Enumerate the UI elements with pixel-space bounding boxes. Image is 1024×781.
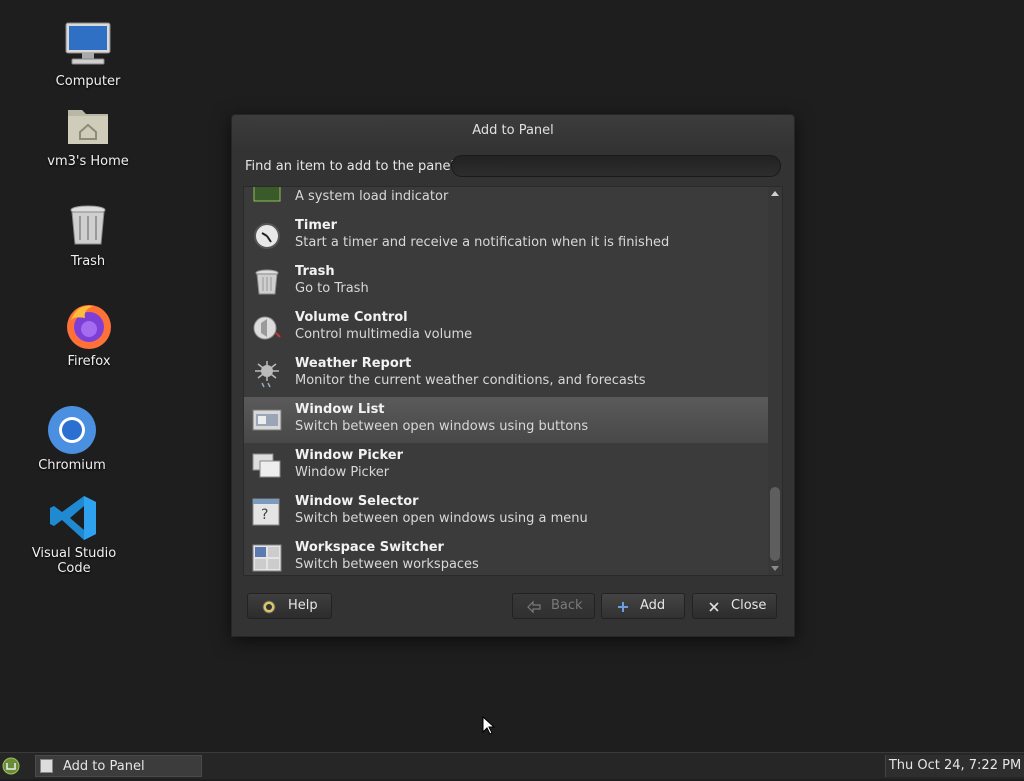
desktop-icon-label: Firefox [67,354,111,369]
close-icon [707,599,721,613]
back-arrow-icon [527,599,541,614]
list-item[interactable]: Workspace Switcher Switch between worksp… [244,535,768,575]
taskbar-window-label: Add to Panel [63,759,145,774]
list-item[interactable]: Weather Report Monitor the current weath… [244,351,768,397]
desktop-icon-label: Visual Studio Code [31,546,117,576]
find-label: Find an item to add to the panel: [245,159,459,174]
trash-icon [252,267,282,297]
desktop-icon-home[interactable]: vm3's Home [28,100,148,169]
item-desc: Monitor the current weather conditions, … [295,373,646,388]
timer-icon [252,221,282,251]
item-desc: Switch between workspaces [295,557,479,572]
item-name: Window Picker [295,448,404,463]
close-label: Close [731,598,767,613]
desktop-icon-label: Chromium [38,458,106,473]
desktop-icon-label: Computer [55,74,121,89]
taskbar-window-button[interactable]: Add to Panel [35,755,202,777]
help-icon [262,599,276,614]
dialog-title: Add to Panel [232,115,794,147]
item-name: Weather Report [295,356,412,371]
desktop-icon-trash[interactable]: Trash [28,200,148,269]
list-item[interactable]: Trash Go to Trash [244,259,768,305]
scroll-up-arrow-icon[interactable] [771,191,779,196]
applet-list[interactable]: A system load indicator Timer Start a ti… [243,186,783,576]
find-input[interactable] [451,155,781,177]
item-desc: A system load indicator [295,189,449,204]
find-row: Find an item to add to the panel: [245,155,783,181]
item-desc: Start a timer and receive a notification… [295,235,670,250]
desktop-icon-firefox[interactable]: Firefox [29,300,149,369]
help-label: Help [288,598,318,613]
list-item[interactable]: A system load indicator [244,187,768,213]
weather-icon [252,359,282,389]
item-name: Timer [295,218,338,233]
scroll-down-arrow-icon[interactable] [771,566,779,571]
list-item[interactable]: Volume Control Control multimedia volume [244,305,768,351]
close-button[interactable]: Close [692,593,777,619]
vscode-icon [48,492,100,544]
item-desc: Switch between open windows using button… [295,419,589,434]
window-picker-icon [252,451,282,481]
system-monitor-icon [252,187,282,205]
scroll-thumb[interactable] [770,487,780,561]
item-desc: Control multimedia volume [295,327,473,342]
back-label: Back [551,598,583,613]
item-name: Workspace Switcher [295,540,444,555]
firefox-icon [63,300,115,352]
item-name: Trash [295,264,335,279]
window-icon [40,759,53,773]
back-button[interactable]: Back [512,593,595,619]
item-name: Volume Control [295,310,408,325]
list-item[interactable]: Timer Start a timer and receive a notifi… [244,213,768,259]
desktop-icon-label: vm3's Home [47,154,129,169]
add-to-panel-dialog: Add to Panel Find an item to add to the … [231,114,795,637]
volume-icon [252,313,282,343]
svg-text:?: ? [261,507,268,523]
taskbar: Add to Panel Thu Oct 24, 7:22 PM [0,752,1024,779]
item-desc: Go to Trash [295,281,369,296]
desktop-icon-label: Trash [70,254,106,269]
add-plus-icon [616,599,630,613]
item-name: Window Selector [295,494,419,509]
desktop-icon-computer[interactable]: Computer [28,20,148,89]
chromium-icon [46,404,98,456]
trash-icon [62,200,114,252]
desktop-icon-chromium[interactable]: Chromium [12,404,132,473]
workspace-switcher-icon [252,543,282,573]
item-desc: Window Picker [295,465,390,480]
clock[interactable]: Thu Oct 24, 7:22 PM [885,755,1024,777]
add-label: Add [640,598,666,613]
list-item-selected[interactable]: Window List Switch between open windows … [244,397,768,443]
home-folder-icon [62,100,114,152]
window-selector-icon: ? [252,497,282,527]
mint-menu-icon [2,757,20,775]
add-button[interactable]: Add [601,593,685,619]
list-item[interactable]: Window Picker Window Picker [244,443,768,489]
window-list-icon [252,405,282,435]
item-desc: Switch between open windows using a menu [295,511,588,526]
list-scrollbar[interactable] [768,187,782,575]
help-button[interactable]: Help [247,593,332,619]
mouse-cursor-icon [482,715,496,736]
menu-button[interactable] [0,755,24,777]
desktop-icon-vscode[interactable]: Visual Studio Code [14,492,134,576]
computer-icon [62,20,114,72]
item-name: Window List [295,402,385,417]
list-item[interactable]: ? Window Selector Switch between open wi… [244,489,768,535]
